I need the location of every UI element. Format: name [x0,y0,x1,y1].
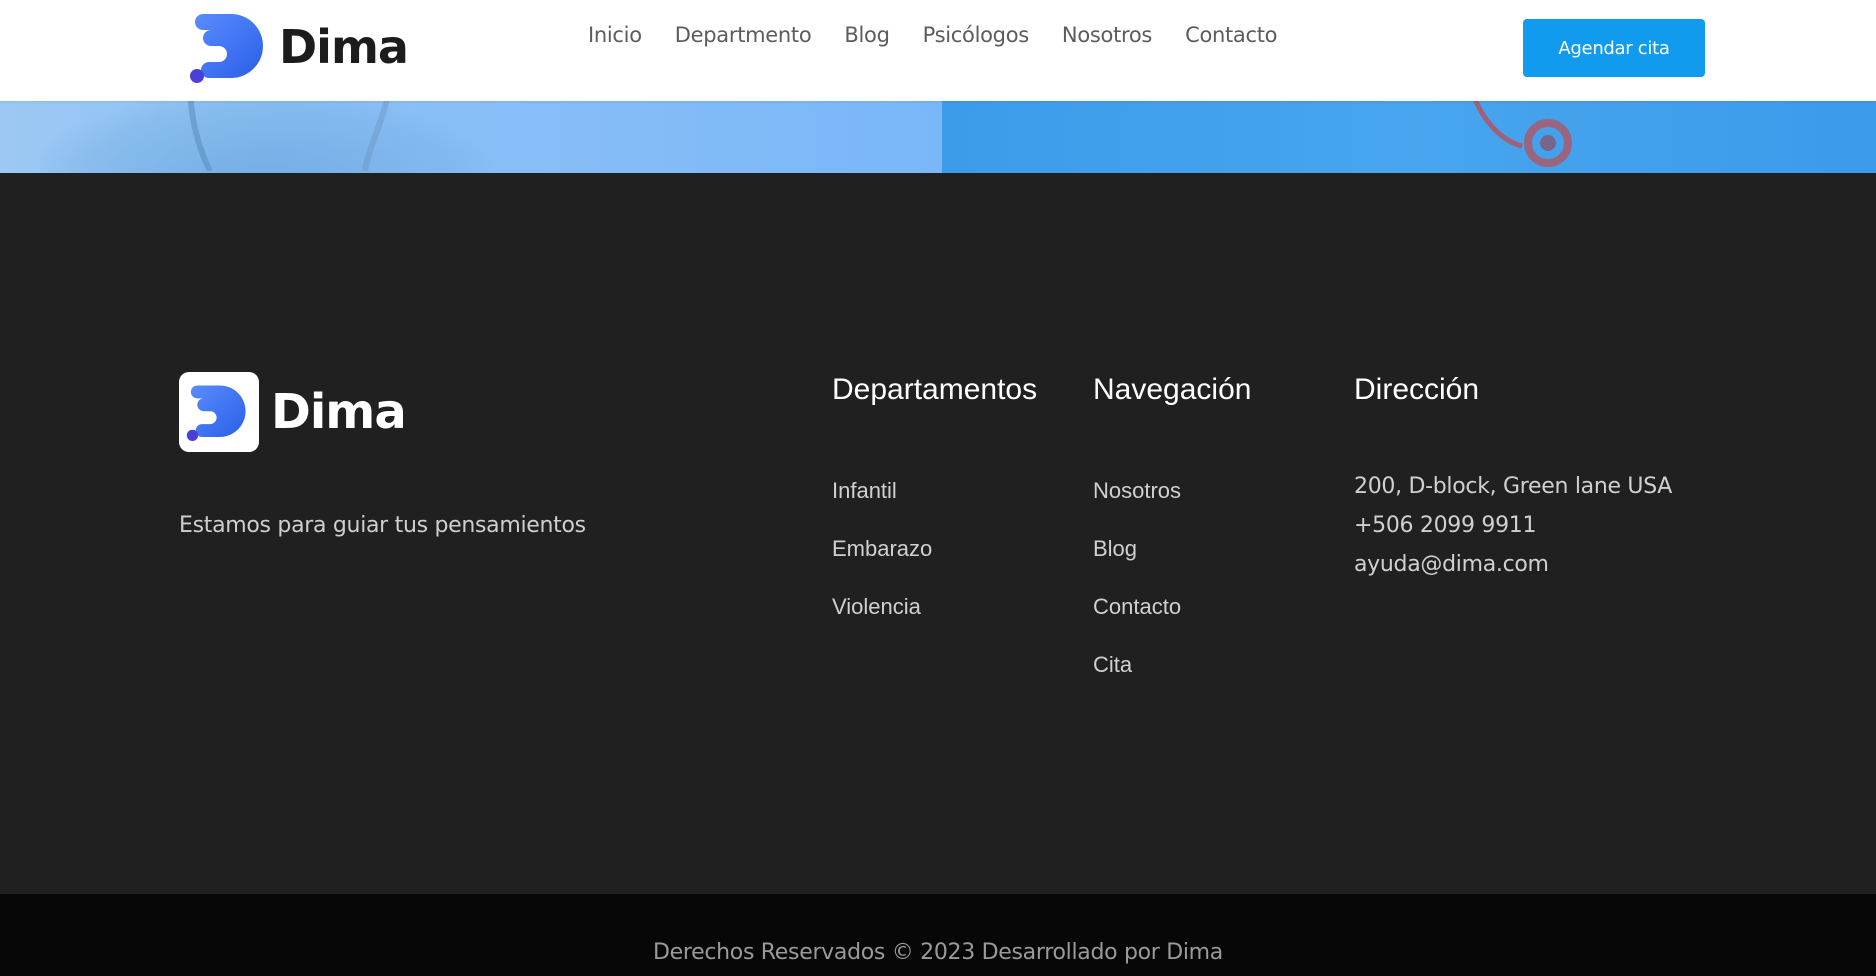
list-item: Cita [1093,652,1132,678]
navegacion-column: Navegación Nosotros Blog Contacto Cita [1093,372,1252,677]
footer-brand-name: Dima [271,384,407,440]
footer-logo[interactable]: Dima [179,372,407,452]
list-item: Embarazo [832,536,932,562]
footer-tagline: Estamos para guiar tus pensamientos [179,513,586,538]
footer-link-contacto[interactable]: Contacto [1093,594,1181,619]
dima-logo-icon [186,385,246,441]
copyright-text: Derechos Reservados © 2023 Desarrollado … [652,940,1223,965]
hero-image-left [0,101,942,173]
nav-item-inicio[interactable]: Inicio [588,20,642,50]
header-logo[interactable]: Dima [189,10,409,84]
list-item: Contacto [1093,594,1181,620]
nav-item-blog[interactable]: Blog [844,20,890,50]
nav-item-contacto[interactable]: Contacto [1185,20,1277,50]
departamentos-column: Departamentos Infantil Embarazo Violenci… [832,372,1038,619]
email-link[interactable]: ayuda@dima.com [1354,545,1672,584]
list-item: Infantil [832,478,897,504]
footer-link-infantil[interactable]: Infantil [832,478,897,503]
departamentos-heading: Departamentos [832,373,1038,406]
footer-link-nosotros[interactable]: Nosotros [1093,478,1181,503]
list-item: Violencia [832,594,921,620]
footer-link-violencia[interactable]: Violencia [832,594,921,619]
direccion-heading: Dirección [1354,373,1480,406]
header-brand-name: Dima [279,20,409,74]
hero-image-strip [0,101,1876,173]
list-item: Blog [1093,536,1137,562]
dima-logo-icon [190,14,263,83]
direccion-column: Dirección [1354,372,1479,408]
contact-info: 200, D-block, Green lane USA +506 2099 9… [1354,467,1672,584]
stethoscope-red-icon [1473,101,1572,167]
footer-logo-badge [179,372,259,452]
phone-text: +506 2099 9911 [1354,513,1537,538]
agendar-cita-button[interactable]: Agendar cita [1523,19,1705,77]
nav-item-nosotros[interactable]: Nosotros [1062,20,1152,50]
stethoscope-icon [187,101,390,171]
footer-link-cita[interactable]: Cita [1093,652,1132,677]
nav-item-departmento[interactable]: Departmento [675,20,812,50]
navegacion-heading: Navegación [1093,373,1252,406]
footer-link-blog[interactable]: Blog [1093,536,1137,561]
address-text: 200, D-block, Green lane USA [1354,474,1673,499]
nav-item-psicologos[interactable]: Psicólogos [923,20,1030,50]
site-header: Dima Inicio Departmento Blog Psicólogos … [0,0,1876,101]
hero-image-right [942,101,1876,173]
list-item: Nosotros [1093,478,1181,504]
main-nav: Inicio Departmento Blog Psicólogos Nosot… [588,20,1310,50]
footer-link-embarazo[interactable]: Embarazo [832,536,932,561]
